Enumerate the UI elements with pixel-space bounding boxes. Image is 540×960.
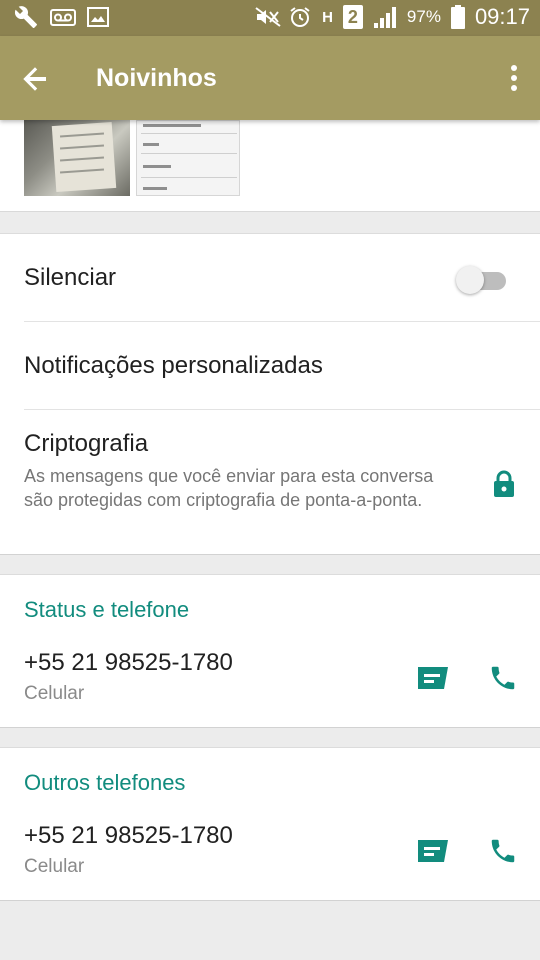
notifications-row[interactable]: Notificações personalizadas [0, 322, 540, 410]
thumbnail-divider [141, 133, 237, 134]
sim-badge: 2 [342, 5, 363, 29]
more-vert-icon[interactable] [510, 64, 518, 92]
media-thumbnail[interactable] [136, 120, 240, 196]
call-icon[interactable] [488, 663, 518, 693]
message-icon[interactable] [416, 665, 450, 691]
other-phones-card: Outros telefones +55 21 98525-1780 Celul… [0, 747, 540, 901]
toggle-knob [456, 266, 484, 294]
encryption-description: As mensagens que você enviar para esta c… [24, 466, 434, 510]
settings-card: Silenciar Notificações personalizadas Cr… [0, 233, 540, 555]
thumbnail-divider [141, 153, 237, 154]
phone-number[interactable]: +55 21 98525-1780 [24, 649, 233, 677]
mute-label: Silenciar [24, 264, 117, 291]
encryption-label: Criptografia [24, 430, 149, 457]
voicemail-icon [50, 5, 76, 29]
network-type-label: H [322, 8, 333, 26]
signal-icon [373, 5, 397, 29]
arrow-back-icon[interactable] [20, 62, 52, 94]
phone-type: Celular [24, 683, 85, 704]
thumbnail-text [143, 165, 171, 168]
media-card [0, 120, 540, 212]
phone-number[interactable]: +55 21 98525-1780 [24, 822, 233, 850]
thumbnail-divider [141, 177, 237, 178]
status-bar: H 2 97% 09:17 [0, 0, 540, 36]
lock-icon [492, 470, 516, 498]
app-bar: Noivinhos [0, 36, 540, 120]
wrench-icon [14, 5, 38, 29]
clock: 09:17 [474, 4, 530, 29]
thumbnail-text [143, 143, 159, 146]
phone-type: Celular [24, 856, 85, 877]
section-title: Outros telefones [24, 770, 186, 795]
message-icon[interactable] [416, 838, 450, 864]
thumbnail-text [143, 187, 167, 190]
battery-icon [450, 5, 465, 29]
mute-row[interactable]: Silenciar [0, 234, 540, 322]
mute-toggle[interactable] [456, 264, 506, 294]
image-icon [86, 5, 110, 29]
alarm-icon [288, 5, 312, 29]
media-thumbnail[interactable] [24, 120, 130, 196]
call-icon[interactable] [488, 836, 518, 866]
battery-percent: 97% [406, 7, 441, 26]
section-title: Status e telefone [24, 597, 190, 622]
thumbnail-text [143, 124, 201, 127]
status-phone-card: Status e telefone +55 21 98525-1780 Celu… [0, 574, 540, 728]
notifications-label: Notificações personalizadas [24, 352, 323, 379]
mute-icon [254, 5, 281, 29]
page-title: Noivinhos [96, 64, 217, 92]
